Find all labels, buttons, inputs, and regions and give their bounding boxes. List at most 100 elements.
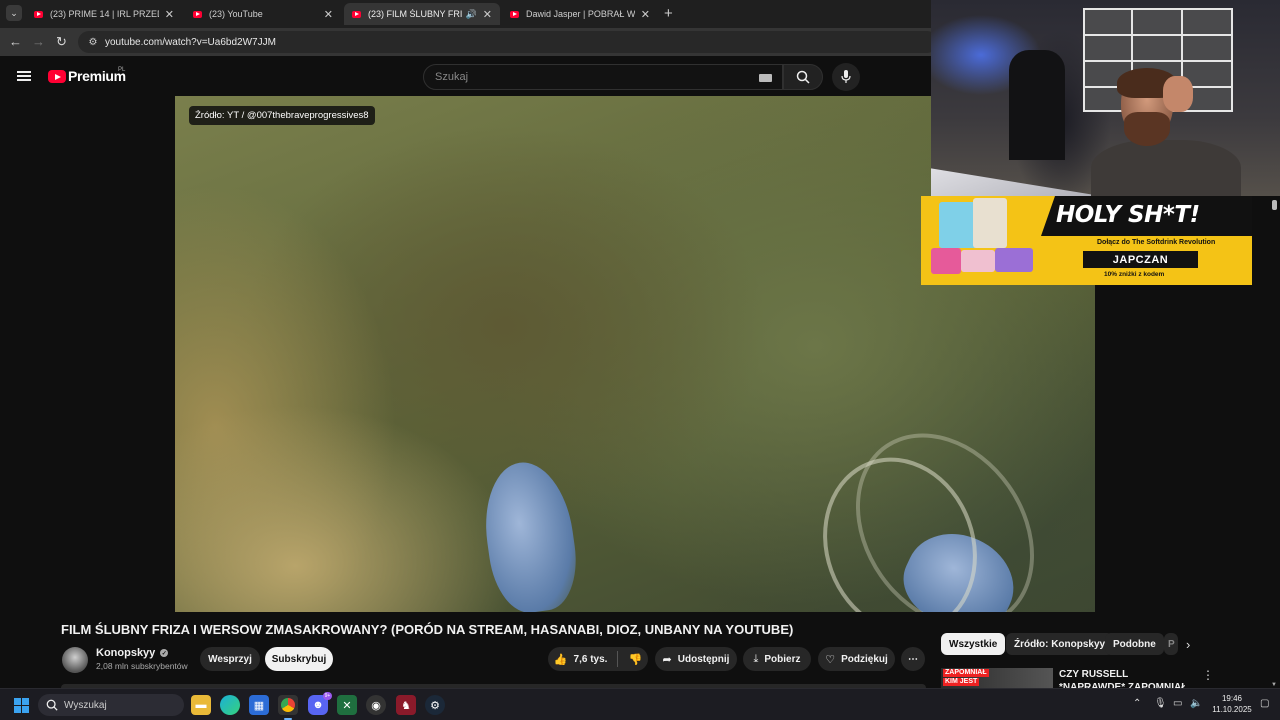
recommended-thumbnail[interactable]: ZAPOMNIAŁ KIM JEST xyxy=(941,668,1053,688)
network-icon[interactable]: ▭ xyxy=(1173,698,1182,709)
tab-search-dropdown-icon[interactable]: ⌄ xyxy=(6,5,22,21)
sponsor-tagline: Dołącz do The Softdrink Revolution xyxy=(1097,239,1216,246)
channel-name[interactable]: Konopskyy xyxy=(96,647,155,659)
subscribe-button[interactable]: Subskrybuj xyxy=(265,647,333,671)
microsoft-store-icon[interactable]: ▦ xyxy=(249,695,269,715)
menu-hamburger-icon[interactable] xyxy=(17,71,31,81)
chip-related[interactable]: Podobne xyxy=(1105,633,1164,655)
youtube-logo-icon[interactable] xyxy=(48,70,66,83)
forward-arrow-icon[interactable]: → xyxy=(32,34,45,49)
clock[interactable]: 19:46 11.10.2025 xyxy=(1206,693,1258,715)
like-dislike-group: 👍 7,6 tys. 👎 xyxy=(548,647,648,671)
url-text: youtube.com/watch?v=Ua6bd2W7JJM xyxy=(105,36,276,48)
video-title: FILM ŚLUBNY FRIZA I WERSOW ZMASAKROWANY?… xyxy=(61,622,794,637)
address-bar[interactable]: ⚙ youtube.com/watch?v=Ua6bd2W7JJM xyxy=(78,31,938,53)
product-can xyxy=(931,248,961,274)
new-tab-plus-icon[interactable]: + xyxy=(664,5,673,22)
edge-browser-icon[interactable] xyxy=(220,695,240,715)
scrollbar-thumb[interactable] xyxy=(1272,200,1277,210)
kebab-menu-icon[interactable]: ⋮ xyxy=(1202,668,1214,682)
gaming-chair xyxy=(1009,50,1065,160)
search-placeholder: Szukaj xyxy=(435,71,469,83)
volume-icon[interactable]: 🔈 xyxy=(1190,698,1202,709)
thanks-button[interactable]: ♡ Podziękuj xyxy=(818,647,895,671)
notification-badge: 9+ xyxy=(323,692,332,700)
clock-date: 11.10.2025 xyxy=(1212,705,1252,714)
share-label: Udostępnij xyxy=(677,653,730,665)
voice-search-button[interactable] xyxy=(832,63,860,91)
download-button[interactable]: ⤓ Pobierz xyxy=(743,647,811,671)
youtube-favicon-icon xyxy=(352,10,361,18)
sponsor-discount: 10% zniżki z kodem xyxy=(1104,271,1165,278)
speaker-icon[interactable]: 🔊 xyxy=(466,9,477,20)
steam-icon[interactable]: ⚙ xyxy=(425,695,445,715)
chevron-right-icon[interactable]: › xyxy=(1186,637,1190,652)
search-input[interactable]: Szukaj xyxy=(423,64,783,90)
microphone-tray-icon[interactable]: 🎙 xyxy=(1154,698,1167,709)
tab-label: Dawid Jasper | POBRAŁ WIRUS xyxy=(526,9,635,19)
share-icon: ➦ xyxy=(662,653,672,666)
chip-all[interactable]: Wszystkie xyxy=(941,633,1006,655)
show-hidden-icons-chevron-icon[interactable]: ⌃ xyxy=(1133,698,1141,709)
chrome-browser-icon[interactable] xyxy=(278,695,298,720)
page-scrollbar[interactable]: ▼ xyxy=(1271,196,1279,688)
streamer xyxy=(1091,68,1241,196)
more-actions-button[interactable]: ⋯ xyxy=(901,647,925,671)
keyboard-icon[interactable] xyxy=(759,74,772,82)
youtube-favicon-icon xyxy=(193,10,202,18)
thanks-label: Podziękuj xyxy=(841,653,888,665)
recommended-title[interactable]: CZY RUSSELL *NAPRAWDĘ* ZAPOMNIAŁ KIM JES… xyxy=(1059,668,1189,688)
channel-avatar[interactable] xyxy=(62,647,88,673)
download-label: Pobierz xyxy=(764,653,801,665)
verified-check-icon: ✓ xyxy=(160,649,169,657)
thumbnail-text: KIM JEST xyxy=(943,678,980,686)
chip-more[interactable]: P xyxy=(1164,633,1178,655)
reload-icon[interactable]: ↻ xyxy=(56,34,67,50)
chip-from-channel[interactable]: Źródło: Konopskyy xyxy=(1006,633,1114,655)
thanks-heart-icon: ♡ xyxy=(825,653,836,666)
file-explorer-icon[interactable]: ▬ xyxy=(191,695,211,715)
tab-label: (23) YouTube xyxy=(209,9,263,19)
product-can xyxy=(961,250,995,272)
taskbar-search-input[interactable]: Wyszukaj xyxy=(38,694,184,716)
sponsor-code: JAPCZAN xyxy=(1083,251,1198,268)
clock-time: 19:46 xyxy=(1221,694,1243,703)
download-icon: ⤓ xyxy=(753,652,759,665)
browser-tab-2[interactable]: (23) YouTube ✕ xyxy=(185,3,341,25)
subscriber-count: 2,08 mln subskrybentów xyxy=(96,661,188,671)
thumbs-down-icon[interactable]: 👎 xyxy=(628,653,642,666)
back-arrow-icon[interactable]: ← xyxy=(9,34,22,49)
tab-label: (23) FILM ŚLUBNY FRIZA I W xyxy=(368,9,462,19)
channel-name-row[interactable]: Konopskyy ✓ xyxy=(96,647,169,659)
close-icon[interactable]: ✕ xyxy=(483,8,492,21)
like-count[interactable]: 7,6 tys. xyxy=(574,654,608,665)
search-icon xyxy=(796,70,810,84)
source-badge: Źródło: YT / @007thebraveprogressives8 xyxy=(189,106,375,125)
microphone-icon xyxy=(841,70,851,83)
close-icon[interactable]: ✕ xyxy=(165,8,174,21)
streamer-webcam-overlay xyxy=(931,0,1280,196)
browser-tab-1[interactable]: (23) PRIME 14 | IRL PRZED GALĄ ✕ xyxy=(26,3,182,25)
search-button[interactable] xyxy=(783,64,823,90)
youtube-favicon-icon xyxy=(510,10,519,18)
excel-icon[interactable]: ✕ xyxy=(337,695,357,715)
site-info-icon[interactable]: ⚙ xyxy=(86,35,100,49)
thumbs-up-icon[interactable]: 👍 xyxy=(554,653,568,666)
browser-tab-3-active[interactable]: (23) FILM ŚLUBNY FRIZA I W 🔊 ✕ xyxy=(344,3,500,25)
sponsor-banner: HOLY SH*T! Dołącz do The Softdrink Revol… xyxy=(921,196,1252,285)
obs-studio-icon[interactable]: ◉ xyxy=(366,695,386,715)
share-button[interactable]: ➦ Udostępnij xyxy=(655,647,737,671)
discord-icon[interactable]: ☻ 9+ xyxy=(308,692,332,715)
windows-start-icon[interactable] xyxy=(14,698,29,713)
notifications-icon[interactable]: ▢ xyxy=(1260,698,1269,709)
product-box xyxy=(973,198,1007,248)
video-frame-shoe-left xyxy=(476,456,584,612)
close-icon[interactable]: ✕ xyxy=(324,8,333,21)
support-button[interactable]: Wesprzyj xyxy=(200,647,260,671)
sponsor-headline: HOLY SH*T! xyxy=(1056,202,1200,228)
thumbnail-text: ZAPOMNIAŁ xyxy=(943,669,989,677)
close-icon[interactable]: ✕ xyxy=(641,8,650,21)
app-icon[interactable]: ♞ xyxy=(396,695,416,715)
browser-tab-4[interactable]: Dawid Jasper | POBRAŁ WIRUS ✕ xyxy=(502,3,658,25)
windows-taskbar: Wyszukaj ▬ ▦ ☻ 9+ ✕ ◉ ♞ ⚙ ⌃ 🎙 ▭ 🔈 19:46 1… xyxy=(0,688,1280,720)
